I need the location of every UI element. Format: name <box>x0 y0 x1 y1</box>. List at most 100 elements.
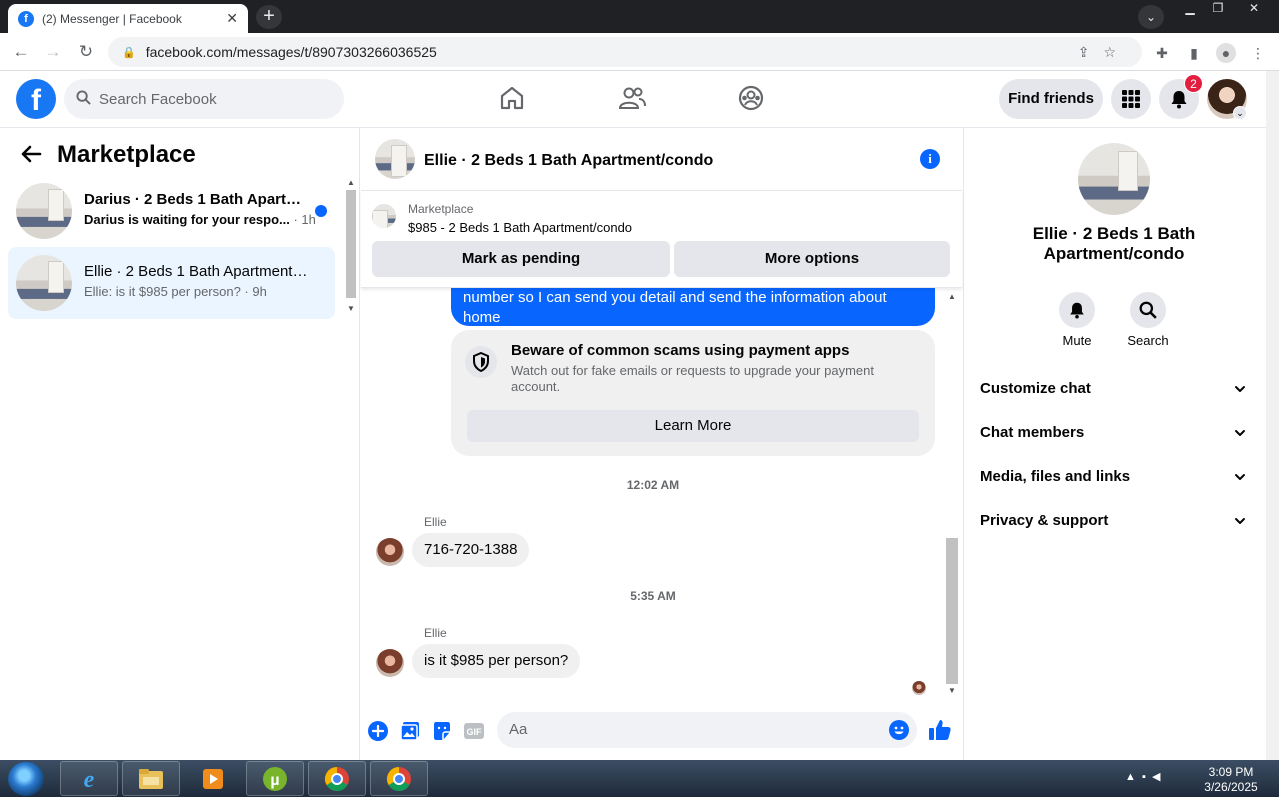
facebook-favicon-icon: f <box>18 10 34 27</box>
address-bar[interactable]: 🔒 facebook.com/messages/t/89073032660365… <box>108 37 1142 67</box>
customize-chat-section[interactable]: Customize chat <box>980 371 1250 407</box>
menu-grid-icon[interactable] <box>1111 79 1151 119</box>
privacy-support-section[interactable]: Privacy & support <box>980 503 1250 539</box>
chat-members-section[interactable]: Chat members <box>980 415 1250 451</box>
window-close-icon[interactable]: ✕ <box>1240 0 1268 18</box>
browser-tab[interactable]: f (2) Messenger | Facebook ✕ <box>8 4 248 33</box>
chevron-down-icon <box>1235 474 1245 480</box>
media-files-links-section[interactable]: Media, files and links <box>980 459 1250 495</box>
conversation-panel: Ellie · 2 Beds 1 Bath Apartment/condo i … <box>361 128 962 760</box>
windows-start-icon[interactable] <box>8 762 44 796</box>
outgoing-message[interactable]: number so I can send you detail and send… <box>451 288 935 326</box>
svg-text:e: e <box>84 767 95 793</box>
taskbar-clock[interactable]: 3:09 PM 3/26/2025 <box>1196 765 1266 795</box>
listing-thumbnail-large[interactable] <box>1078 143 1150 215</box>
extensions-icon[interactable]: ✚ <box>1152 43 1172 63</box>
chat-preview: Ellie: is it $985 per person? · 9h <box>84 284 267 299</box>
more-options-button[interactable]: More options <box>674 241 950 277</box>
tab-close-icon[interactable]: ✕ <box>226 10 238 27</box>
listing-thumbnail <box>16 255 72 311</box>
restore-icon[interactable]: ❐ <box>1204 0 1232 18</box>
media-player-icon[interactable] <box>184 761 242 796</box>
conversation-header: Ellie · 2 Beds 1 Bath Apartment/condo i <box>361 128 962 191</box>
windows-taskbar: e µ ▲ ▪ ◀ 3:09 PM 3/26/2025 <box>0 760 1279 797</box>
search-label[interactable]: Search <box>1118 333 1178 348</box>
chrome-icon[interactable] <box>308 761 366 796</box>
system-tray-icons[interactable]: ▲ ▪ ◀ <box>1125 770 1160 783</box>
minimize-icon[interactable]: ▁ <box>1176 0 1204 18</box>
message-thread: number so I can send you detail and send… <box>361 288 962 700</box>
unread-dot <box>315 205 327 217</box>
listing-thumbnail[interactable] <box>372 204 396 228</box>
side-panel-icon[interactable]: ▮ <box>1184 43 1204 63</box>
chat-list-scrollbar[interactable]: ▲ ▼ <box>344 176 358 318</box>
share-and-bookmark-icons[interactable]: ⇪☆ <box>1078 44 1130 61</box>
chat-name: Darius · 2 Beds 1 Bath Apartment/condo <box>84 191 308 208</box>
incoming-message[interactable]: is it $985 per person? <box>412 644 581 678</box>
info-icon[interactable]: i <box>920 149 940 169</box>
scam-warning-title: Beware of common scams using payment app… <box>511 342 850 359</box>
svg-text:µ: µ <box>270 772 279 789</box>
thumbs-up-icon[interactable] <box>927 717 953 743</box>
browser-tab-strip: f (2) Messenger | Facebook ✕ + ⌄ ▁ ❐ ✕ <box>0 0 1279 33</box>
mark-as-pending-button[interactable]: Mark as pending <box>372 241 670 277</box>
reload-icon[interactable]: ↻ <box>75 41 97 63</box>
seen-receipt-avatar <box>912 681 926 695</box>
scam-warning-card: Beware of common scams using payment app… <box>451 330 935 456</box>
friends-icon[interactable] <box>617 83 647 113</box>
browser-toolbar: ← → ↻ 🔒 facebook.com/messages/t/89073032… <box>0 33 1279 71</box>
marketplace-label: Marketplace <box>408 202 474 216</box>
message-composer: GIF Aa <box>361 706 962 758</box>
facebook-search-input[interactable]: Search Facebook <box>64 79 344 119</box>
chat-preview: Darius is waiting for your respo... · 1h <box>84 212 316 227</box>
utorrent-icon[interactable]: µ <box>246 761 304 796</box>
search-icon <box>76 89 91 109</box>
chat-item-darius[interactable]: Darius · 2 Beds 1 Bath Apartment/condo D… <box>8 175 335 247</box>
chat-item-ellie[interactable]: Ellie · 2 Beds 1 Bath Apartment/condo El… <box>8 247 335 319</box>
learn-more-button[interactable]: Learn More <box>467 410 919 442</box>
sender-name: Ellie <box>424 515 447 529</box>
svg-text:GIF: GIF <box>467 727 483 737</box>
listing-price-title[interactable]: $985 - 2 Beds 1 Bath Apartment/condo <box>408 220 632 235</box>
sender-avatar[interactable] <box>376 538 404 566</box>
incoming-message[interactable]: 716-720-1388 <box>412 533 530 567</box>
message-input[interactable]: Aa <box>497 712 917 748</box>
forward-icon[interactable]: → <box>42 41 64 63</box>
back-arrow-icon[interactable] <box>20 143 42 171</box>
chrome-icon[interactable] <box>370 761 428 796</box>
home-icon[interactable] <box>497 83 527 113</box>
file-explorer-icon[interactable] <box>122 761 180 796</box>
emoji-icon[interactable] <box>889 720 909 740</box>
tab-search-button[interactable]: ⌄ <box>1138 5 1164 29</box>
sticker-icon[interactable] <box>431 720 453 742</box>
internet-explorer-icon[interactable]: e <box>60 761 118 796</box>
page-scrollbar[interactable] <box>1266 71 1279 760</box>
groups-icon[interactable] <box>736 83 766 113</box>
attach-image-icon[interactable] <box>399 720 421 742</box>
conversation-title[interactable]: Ellie · 2 Beds 1 Bath Apartment/condo <box>424 152 713 170</box>
search-placeholder: Search Facebook <box>99 90 217 108</box>
chrome-menu-icon[interactable]: ⋮ <box>1248 43 1268 63</box>
search-icon[interactable] <box>1130 292 1166 328</box>
sender-avatar[interactable] <box>376 649 404 677</box>
bell-icon[interactable] <box>1059 292 1095 328</box>
chat-name: Ellie · 2 Beds 1 Bath Apartment/condo <box>84 263 308 280</box>
facebook-logo[interactable]: f <box>16 79 56 119</box>
profile-icon[interactable]: ● <box>1216 43 1236 63</box>
account-chevron-down-icon[interactable]: ⌄ <box>1233 106 1247 120</box>
listing-thumbnail[interactable] <box>375 139 415 179</box>
marketplace-listing-bar: Marketplace $985 - 2 Beds 1 Bath Apartme… <box>361 191 962 288</box>
chevron-down-icon <box>1235 518 1245 524</box>
new-tab-button[interactable]: + <box>256 5 282 29</box>
back-icon[interactable]: ← <box>10 41 32 63</box>
gif-icon[interactable]: GIF <box>463 720 485 742</box>
page-title: Marketplace <box>57 141 196 168</box>
conversation-scrollbar[interactable]: ▲ ▼ <box>945 288 959 700</box>
chat-details-panel: Ellie · 2 Beds 1 Bath Apartment/condo Mu… <box>963 128 1266 760</box>
find-friends-button[interactable]: Find friends <box>999 79 1103 119</box>
add-plus-icon[interactable] <box>367 720 389 742</box>
message-timestamp: 5:35 AM <box>630 589 676 603</box>
mute-label[interactable]: Mute <box>1047 333 1107 348</box>
lock-icon: 🔒 <box>122 46 136 59</box>
marketplace-chat-list: Marketplace Darius · 2 Beds 1 Bath Apart… <box>0 128 360 760</box>
